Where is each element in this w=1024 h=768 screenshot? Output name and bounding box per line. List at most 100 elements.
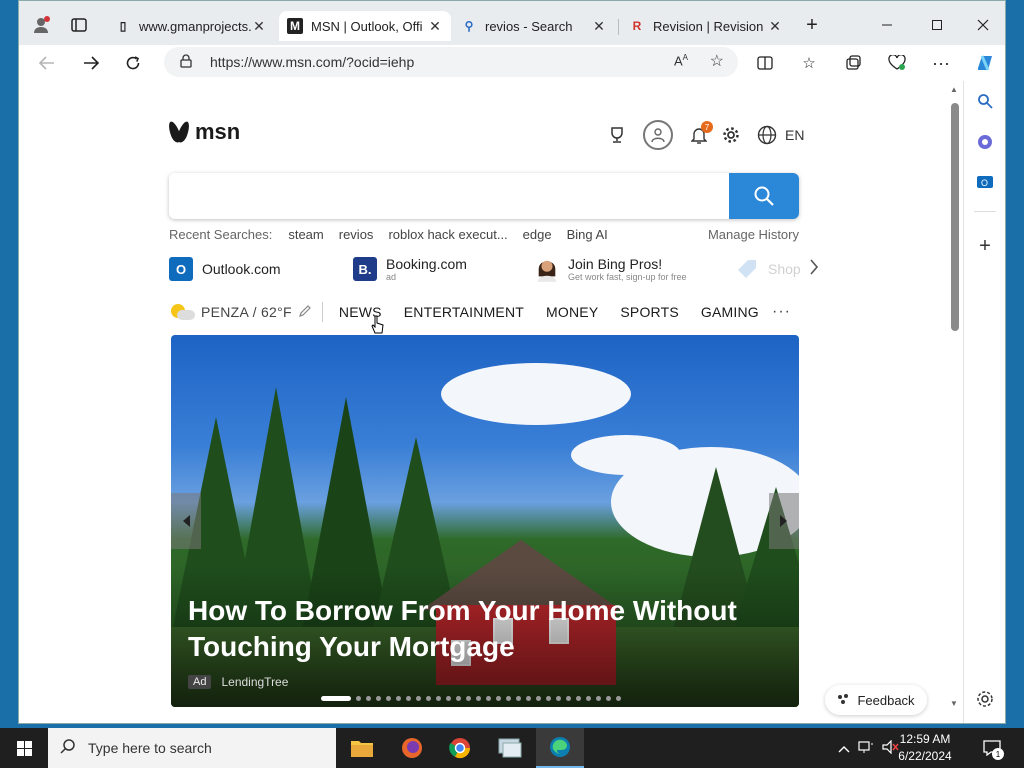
language-globe-icon[interactable] <box>753 121 781 149</box>
carousel-dot[interactable] <box>436 695 441 701</box>
minimize-icon[interactable] <box>875 13 899 37</box>
tab-msn[interactable]: M MSN | Outlook, Offi ✕ <box>279 11 451 41</box>
carousel-dot[interactable] <box>546 695 551 701</box>
chrome-icon[interactable] <box>436 728 484 768</box>
start-button[interactable] <box>0 728 48 768</box>
carousel-dot[interactable] <box>456 695 461 701</box>
address-bar[interactable]: https://www.msn.com/?ocid=iehp AA ☆ <box>164 47 738 77</box>
scroll-up-arrow-icon[interactable]: ▲ <box>949 85 959 95</box>
nav-category-gaming[interactable]: GAMING <box>701 304 759 320</box>
carousel-prev-button[interactable] <box>171 493 201 549</box>
notifications-bell-icon[interactable]: 7 <box>685 121 713 149</box>
account-avatar[interactable] <box>643 120 673 150</box>
copilot-icon[interactable] <box>973 51 997 75</box>
close-tab-icon[interactable]: ✕ <box>591 18 607 35</box>
carousel-dot[interactable] <box>576 695 581 701</box>
firefox-icon[interactable] <box>388 728 436 768</box>
search-icon[interactable] <box>973 89 997 113</box>
show-hidden-icons-icon[interactable] <box>838 741 850 756</box>
settings-gear-icon[interactable] <box>717 121 745 149</box>
recent-search-item[interactable]: steam <box>288 227 323 242</box>
hero-carousel[interactable]: How To Borrow From Your Home Without Tou… <box>171 335 799 707</box>
sidebar-settings-icon[interactable] <box>973 687 997 711</box>
rewards-trophy-icon[interactable] <box>603 121 631 149</box>
tab-revios-search[interactable]: ⚲ revios - Search ✕ <box>453 11 615 41</box>
carousel-dot[interactable] <box>476 695 481 701</box>
carousel-dot[interactable] <box>386 695 391 701</box>
tab-revision[interactable]: R Revision | Revision ✕ <box>621 11 791 41</box>
nav-category-entertainment[interactable]: ENTERTAINMENT <box>404 304 524 320</box>
more-categories-button[interactable]: ··· <box>772 303 791 321</box>
add-sidebar-app-icon[interactable]: + <box>973 234 997 258</box>
profile-icon[interactable] <box>29 13 53 37</box>
recent-search-item[interactable]: Bing AI <box>567 227 608 242</box>
action-center-icon[interactable]: 1 <box>980 736 1004 760</box>
forward-button[interactable] <box>77 49 105 77</box>
carousel-dot[interactable] <box>566 695 571 701</box>
carousel-dot[interactable] <box>356 695 361 701</box>
split-screen-icon[interactable] <box>753 51 777 75</box>
quick-link-shop[interactable]: Shop <box>735 251 801 287</box>
read-aloud-icon[interactable]: AA <box>674 53 688 68</box>
hero-headline[interactable]: How To Borrow From Your Home Without Tou… <box>188 593 768 665</box>
taskbar-search[interactable]: Type here to search <box>48 728 336 768</box>
taskbar-clock[interactable]: 12:59 AM 6/22/2024 <box>878 731 972 765</box>
carousel-dot[interactable] <box>321 695 351 701</box>
carousel-next-button[interactable] <box>769 493 799 549</box>
carousel-dot[interactable] <box>596 695 601 701</box>
carousel-dot[interactable] <box>416 695 421 701</box>
carousel-dot[interactable] <box>506 695 511 701</box>
settings-more-icon[interactable]: ··· <box>929 51 953 75</box>
carousel-dot[interactable] <box>446 695 451 701</box>
msn-logo[interactable]: msn <box>166 119 240 145</box>
tab-actions-icon[interactable] <box>67 13 91 37</box>
manage-history-link[interactable]: Manage History <box>708 227 799 242</box>
nav-category-sports[interactable]: SPORTS <box>620 304 679 320</box>
recent-search-item[interactable]: revios <box>339 227 374 242</box>
quick-link-outlook[interactable]: O Outlook.com <box>169 251 281 287</box>
carousel-dot[interactable] <box>606 695 611 701</box>
maximize-icon[interactable] <box>925 13 949 37</box>
close-tab-icon[interactable]: ✕ <box>767 18 783 35</box>
refresh-button[interactable] <box>119 49 147 77</box>
carousel-dot[interactable] <box>526 695 531 701</box>
recent-search-item[interactable]: roblox hack execut... <box>388 227 507 242</box>
carousel-dot[interactable] <box>496 695 501 701</box>
scroll-down-arrow-icon[interactable]: ▼ <box>949 699 959 709</box>
carousel-dot[interactable] <box>406 695 411 701</box>
network-icon[interactable] <box>858 740 874 757</box>
tab-gmanprojects[interactable]: ▯ www.gmanprojects. ✕ <box>107 11 275 41</box>
carousel-dot[interactable] <box>466 695 471 701</box>
close-window-icon[interactable] <box>971 13 995 37</box>
edit-pencil-icon[interactable] <box>298 304 312 321</box>
language-label[interactable]: EN <box>785 127 804 143</box>
new-tab-button[interactable]: + <box>800 13 824 37</box>
close-tab-icon[interactable]: ✕ <box>427 18 443 35</box>
carousel-dot[interactable] <box>516 695 521 701</box>
hero-source[interactable]: LendingTree <box>221 675 288 689</box>
page-scrollbar[interactable]: ▲ ▼ <box>947 81 961 723</box>
scroll-thumb[interactable] <box>951 103 959 331</box>
carousel-dot[interactable] <box>536 695 541 701</box>
close-tab-icon[interactable]: ✕ <box>251 18 267 35</box>
browser-essentials-icon[interactable] <box>885 51 909 75</box>
carousel-dot[interactable] <box>426 695 431 701</box>
favorites-icon[interactable]: ☆ <box>797 51 821 75</box>
outlook-icon[interactable]: O <box>973 170 997 194</box>
file-explorer-icon[interactable] <box>338 728 386 768</box>
back-button[interactable] <box>33 49 61 77</box>
weather-widget[interactable]: PENZA / 62°F <box>169 302 312 322</box>
search-button[interactable] <box>729 173 799 219</box>
carousel-dot[interactable] <box>556 695 561 701</box>
carousel-dot[interactable] <box>486 695 491 701</box>
carousel-dot[interactable] <box>586 695 591 701</box>
carousel-dot[interactable] <box>396 695 401 701</box>
quick-link-booking[interactable]: B. Booking.com ad <box>353 251 467 287</box>
recent-search-item[interactable]: edge <box>523 227 552 242</box>
remote-desktop-icon[interactable] <box>486 728 534 768</box>
chevron-right-icon[interactable] <box>809 259 819 280</box>
carousel-dot[interactable] <box>376 695 381 701</box>
edge-icon[interactable] <box>536 728 584 768</box>
collections-icon[interactable] <box>841 51 865 75</box>
search-input[interactable] <box>169 173 729 219</box>
